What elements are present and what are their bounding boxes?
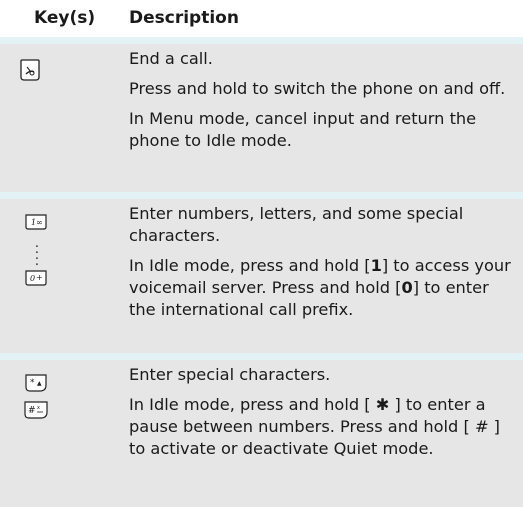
description-line: In Menu mode, cancel input and return th… [129,109,477,150]
row-description: Enter numbers, letters, and some special… [129,203,511,329]
description-text: In Idle mode, press and hold [ [129,395,376,414]
key-cell: 1 ∞ · · · · 0 + [0,199,112,353]
key-ref-zero: 0 [401,278,413,297]
svg-text:▲: ▲ [37,380,42,387]
description-text: In Idle mode, press and hold [ [129,256,371,275]
description-line: Enter special characters. [129,365,331,384]
description-line: Enter numbers, letters, and some special… [129,204,464,245]
key-ref-hash: # [474,417,489,436]
hash-key-icon: # x [24,401,48,419]
svg-text:*: * [30,378,35,388]
description-line: Press and hold to switch the phone on an… [129,79,506,98]
svg-text:x: x [37,405,40,411]
table-header: Key(s) Description [0,0,523,37]
header-band [0,37,523,44]
row-description: End a call. Press and hold to switch the… [129,48,511,160]
description-line: End a call. [129,49,213,68]
end-call-key-icon [20,59,40,81]
table-row: * ▲ # x Enter special characters. In Idl… [0,360,523,507]
row-description: Enter special characters. In Idle mode, … [129,364,511,468]
key-description-table: Key(s) Description End a call. Press and… [0,0,523,507]
star-key-icon: * ▲ [25,374,47,392]
key-ref-one: 1 [370,256,382,275]
description-line: In Idle mode, press and hold [ ✱ ] to en… [129,394,511,460]
row-separator [0,192,523,199]
key-cell [0,44,112,192]
column-header-keys: Key(s) [34,8,96,28]
key-ref-star: ✱ [375,395,390,414]
svg-text:∞: ∞ [36,218,43,227]
column-header-description: Description [129,8,239,28]
svg-text:#: # [28,406,36,416]
svg-text:+: + [36,273,43,282]
table-row: End a call. Press and hold to switch the… [0,44,523,192]
description-line: In Idle mode, press and hold [1] to acce… [129,255,511,321]
row-separator [0,353,523,360]
table-row: 1 ∞ · · · · 0 + Enter numbers, letters, and… [0,199,523,353]
zero-key-icon: 0 + [25,270,47,286]
key-range-dots-icon: · · · · [34,240,40,273]
one-key-icon: 1 ∞ [25,214,47,230]
key-cell: * ▲ # x [0,360,112,507]
svg-text:0: 0 [30,274,35,283]
